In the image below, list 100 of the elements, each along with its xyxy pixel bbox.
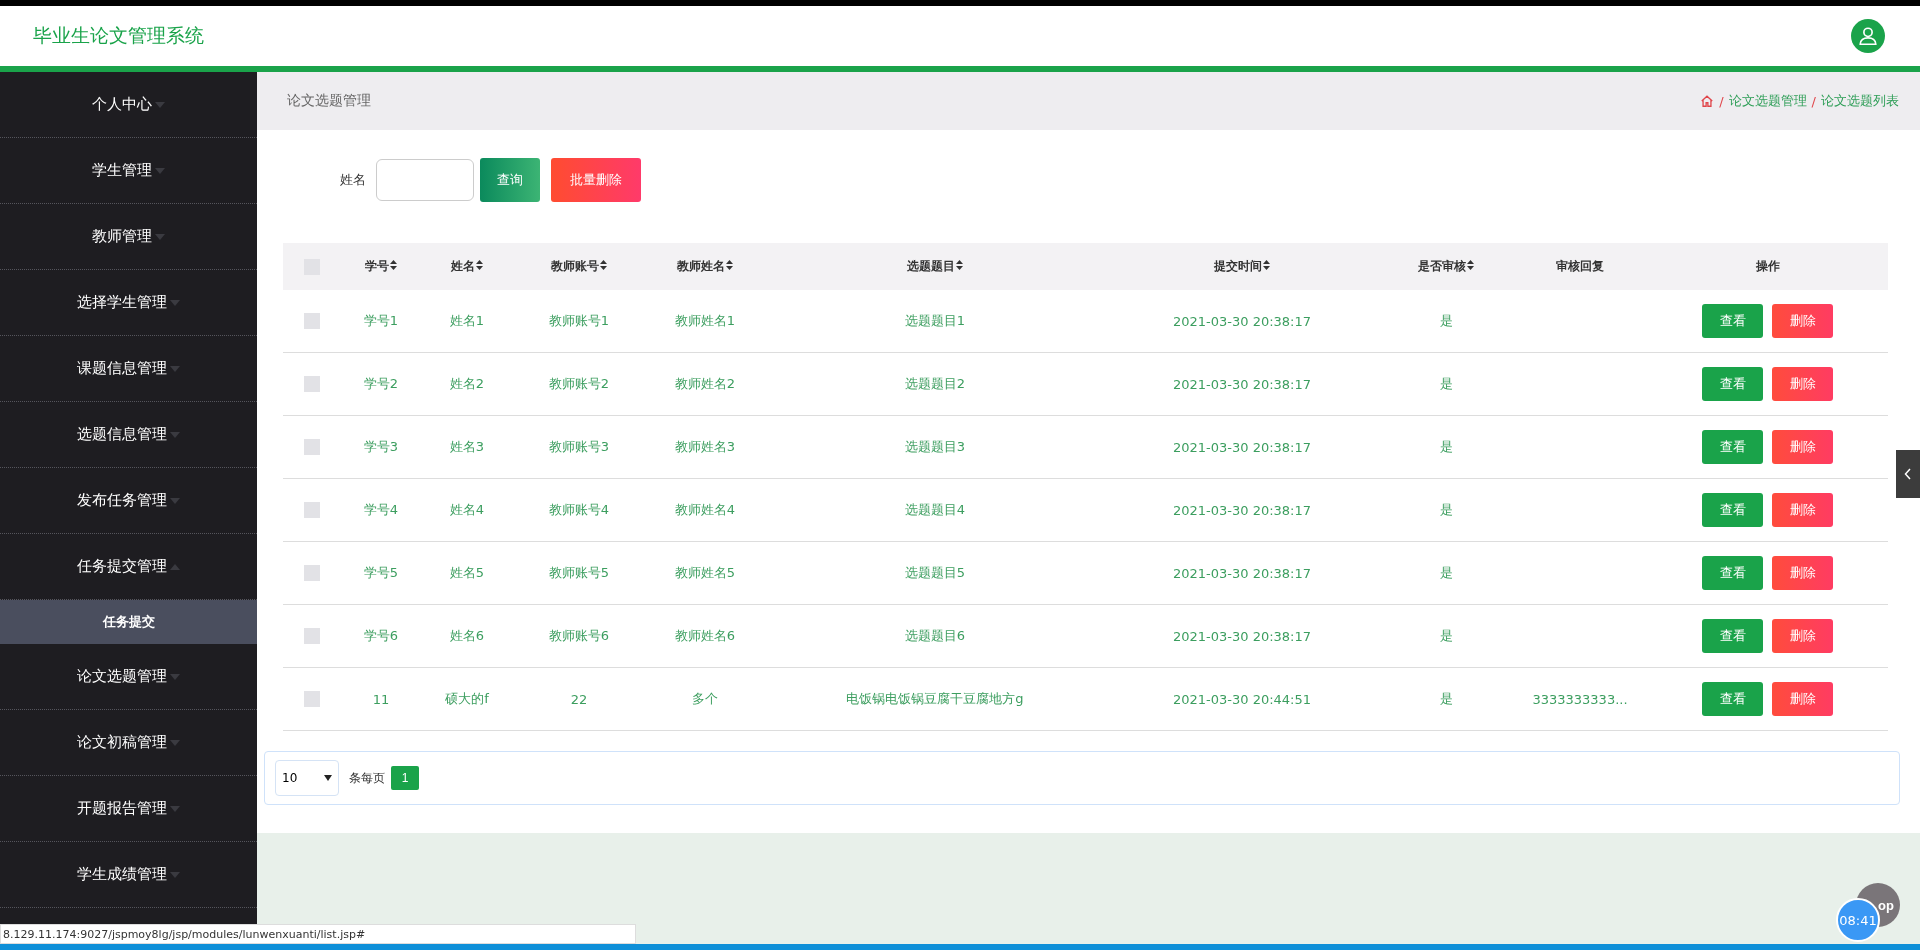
sort-icon xyxy=(956,260,963,270)
breadcrumb-separator: / xyxy=(1719,93,1724,109)
column-header: 操作 xyxy=(1755,259,1780,273)
table-cell: 2021-03-30 20:38:17 xyxy=(1172,313,1312,329)
table-cell: 学号1 xyxy=(363,313,399,328)
column-header[interactable]: 学号 xyxy=(365,259,397,273)
table-cell: 是 xyxy=(1439,313,1453,328)
table-cell: 选题题目1 xyxy=(904,313,966,328)
table-cell: 2021-03-30 20:38:17 xyxy=(1172,502,1312,518)
breadcrumb-separator: / xyxy=(1811,93,1816,109)
table-cell: 姓名5 xyxy=(449,565,485,580)
app-title: 毕业生论文管理系统 xyxy=(33,23,204,48)
table-cell: 2021-03-30 20:44:51 xyxy=(1172,691,1312,707)
table-cell: 姓名1 xyxy=(449,313,485,328)
table-cell: 教师姓名1 xyxy=(674,313,736,328)
table-cell: 姓名2 xyxy=(449,376,485,391)
table-cell: 电饭锅电饭锅豆腐干豆腐地方g xyxy=(846,691,1024,706)
table-cell: 学号2 xyxy=(363,376,399,391)
dropdown-caret-icon xyxy=(324,775,332,781)
page-size-select[interactable]: 10 xyxy=(275,760,339,796)
sort-icon xyxy=(390,260,397,270)
user-avatar-button[interactable] xyxy=(1851,19,1885,53)
column-header[interactable]: 教师姓名 xyxy=(677,259,733,273)
table-cell: 是 xyxy=(1439,376,1453,391)
column-header: 审核回复 xyxy=(1556,259,1604,273)
table-cell: 姓名3 xyxy=(449,439,485,454)
row-checkbox[interactable] xyxy=(304,628,320,645)
caret-icon xyxy=(170,673,180,680)
table-cell: 教师姓名2 xyxy=(674,376,736,391)
table-cell: 学号3 xyxy=(363,439,399,454)
caret-icon xyxy=(170,739,180,746)
status-url: 8.129.11.174:9027/jspmoy8lg/jsp/modules/lunwenxuanti/list.jsp# xyxy=(3,927,366,941)
sort-icon xyxy=(1467,260,1474,270)
table-cell: 学号4 xyxy=(363,502,399,517)
row-checkbox[interactable] xyxy=(304,313,320,330)
table-cell: 学号6 xyxy=(363,628,399,643)
table-cell: 姓名6 xyxy=(449,628,485,643)
sort-icon xyxy=(726,260,733,270)
collapse-tab[interactable] xyxy=(1896,450,1920,498)
table-cell: 教师账号6 xyxy=(548,628,610,643)
caret-icon xyxy=(155,167,165,174)
table-cell: 教师账号3 xyxy=(548,439,610,454)
table-cell: 教师账号5 xyxy=(548,565,610,580)
column-header[interactable]: 是否审核 xyxy=(1418,259,1474,273)
caret-icon xyxy=(155,101,165,108)
caret-icon xyxy=(170,497,180,504)
table-cell: 教师账号2 xyxy=(548,376,610,391)
table-cell: 22 xyxy=(570,691,588,707)
sidebar-subitem[interactable]: 任务提交 xyxy=(0,600,257,644)
table-cell: 是 xyxy=(1439,691,1453,706)
table-cell: 选题题目4 xyxy=(904,502,966,517)
table-cell: 学号5 xyxy=(363,565,399,580)
table-cell: 选题题目3 xyxy=(904,439,966,454)
table-cell: 选题题目2 xyxy=(904,376,966,391)
chevron-left-icon xyxy=(1904,468,1912,480)
caret-icon xyxy=(170,805,180,812)
table-cell: 多个 xyxy=(692,691,718,706)
caret-icon xyxy=(170,365,180,372)
caret-icon xyxy=(170,563,180,570)
sort-icon xyxy=(1263,260,1270,270)
home-icon[interactable] xyxy=(1700,94,1715,108)
table-cell: 教师账号4 xyxy=(548,502,610,517)
sort-icon xyxy=(476,260,483,270)
caret-icon xyxy=(170,871,180,878)
sort-icon xyxy=(600,260,607,270)
table-cell: 11 xyxy=(372,691,390,707)
row-checkbox[interactable] xyxy=(304,565,320,582)
per-page-label: 条每页 xyxy=(349,769,385,787)
table-cell: 是 xyxy=(1439,565,1453,580)
table-cell: 教师账号1 xyxy=(548,313,610,328)
table-cell: 教师姓名5 xyxy=(674,565,736,580)
table-cell: 教师姓名4 xyxy=(674,502,736,517)
table-cell: 是 xyxy=(1439,502,1453,517)
caret-icon xyxy=(170,431,180,438)
row-checkbox[interactable] xyxy=(304,439,320,456)
caret-icon xyxy=(170,299,180,306)
table-cell: 2021-03-30 20:38:17 xyxy=(1172,565,1312,581)
table-cell: 3333333333... xyxy=(1532,691,1628,707)
query-button[interactable]: 查询 xyxy=(480,158,540,202)
column-header[interactable]: 选题题目 xyxy=(907,259,963,273)
table-cell: 是 xyxy=(1439,439,1453,454)
table-cell: 选题题目6 xyxy=(904,628,966,643)
table-cell: 2021-03-30 20:38:17 xyxy=(1172,376,1312,392)
name-label: 姓名 xyxy=(340,171,366,189)
column-header[interactable]: 姓名 xyxy=(451,259,483,273)
name-input-field[interactable] xyxy=(376,159,474,201)
table-cell: 选题题目5 xyxy=(904,565,966,580)
table-cell: 姓名4 xyxy=(449,502,485,517)
page-title: 论文选题管理 xyxy=(287,92,371,110)
table-cell: 教师姓名3 xyxy=(674,439,736,454)
table-cell: 是 xyxy=(1439,628,1453,643)
column-header[interactable]: 提交时间 xyxy=(1214,259,1270,273)
caret-icon xyxy=(155,233,165,240)
table-cell: 硕大的f xyxy=(445,691,489,706)
column-header[interactable]: 教师账号 xyxy=(551,259,607,273)
table-cell: 教师姓名6 xyxy=(674,628,736,643)
table-cell: 2021-03-30 20:38:17 xyxy=(1172,628,1312,644)
row-checkbox[interactable] xyxy=(304,502,320,519)
row-checkbox[interactable] xyxy=(304,691,320,708)
row-checkbox[interactable] xyxy=(304,376,320,393)
